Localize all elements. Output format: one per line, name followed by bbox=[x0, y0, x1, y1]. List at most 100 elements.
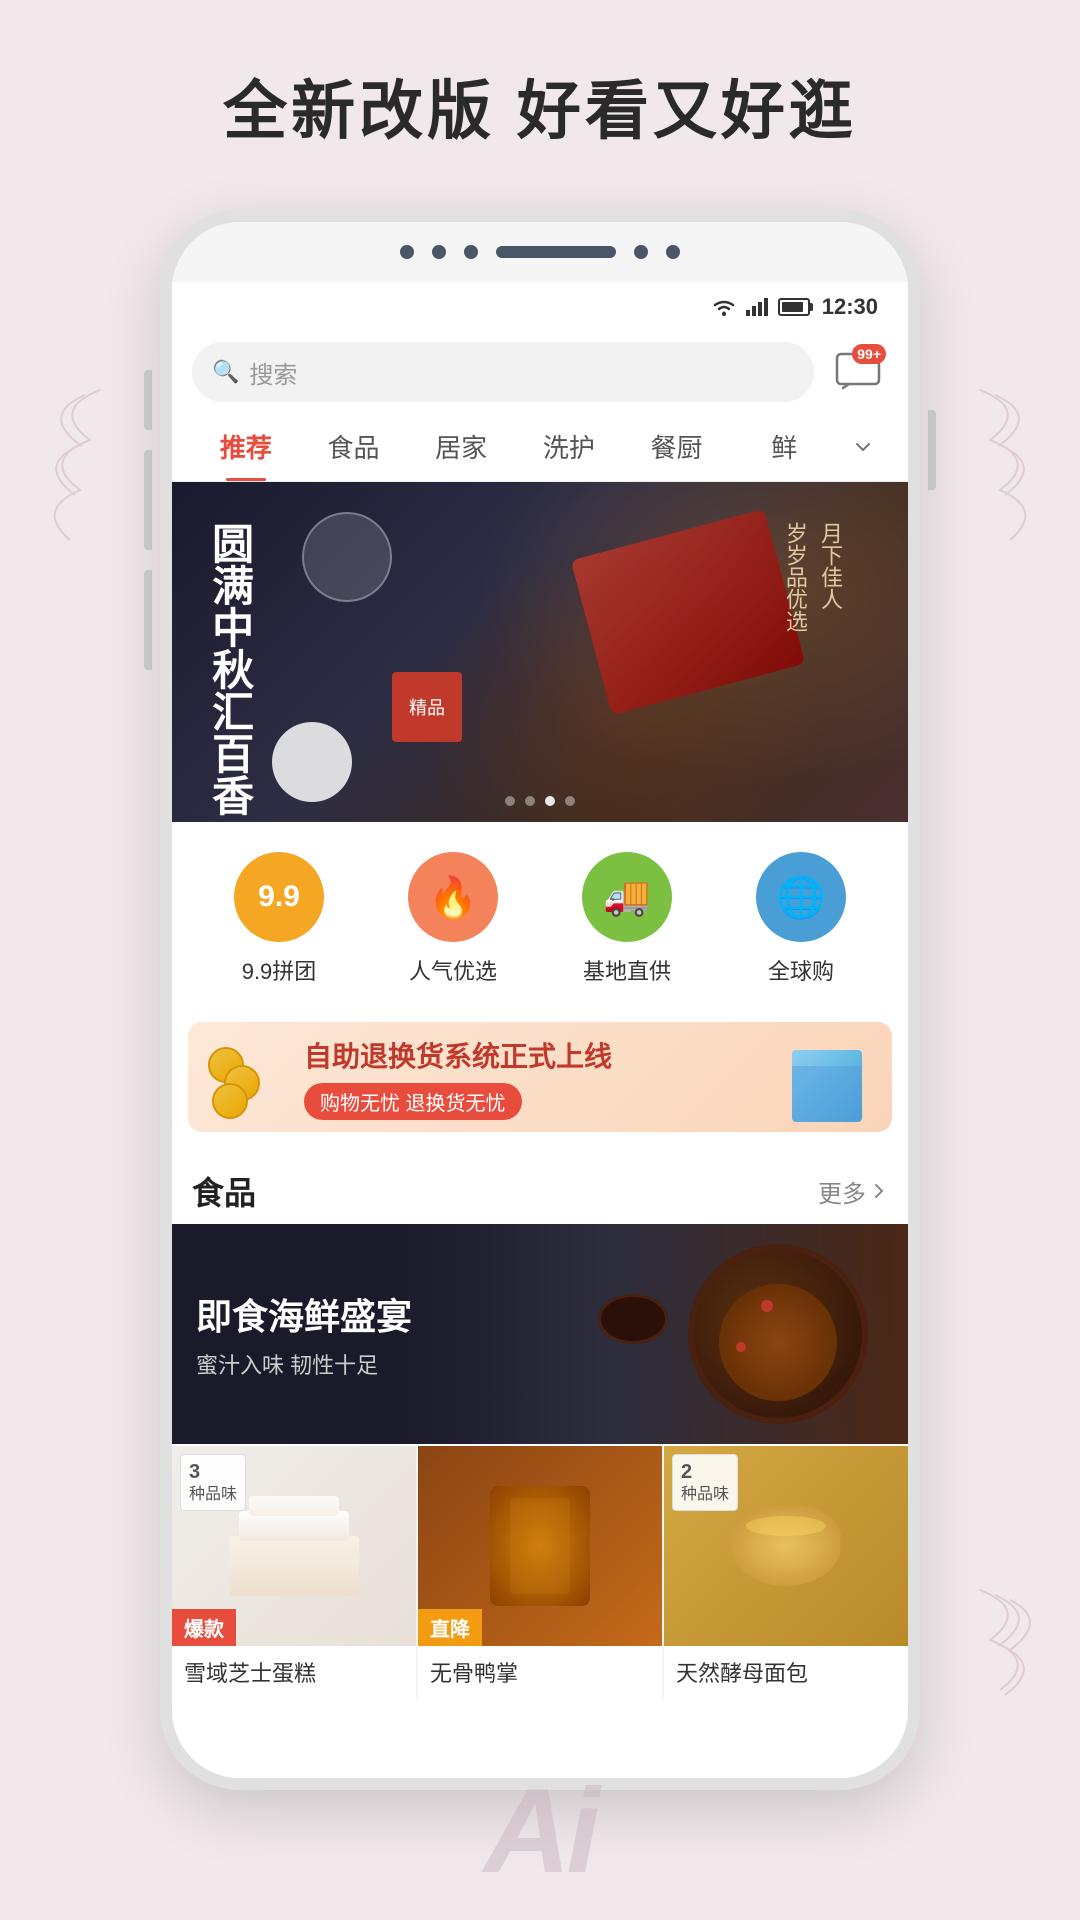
product-grid: 3 种品味 爆款 bbox=[172, 1446, 908, 1698]
announcement-text-area: 自助退换货系统正式上线 购物无忧 退换货无忧 bbox=[304, 1035, 756, 1120]
banner-dot-4 bbox=[565, 796, 575, 806]
product-name-bread: 天然酵母面包 bbox=[676, 1656, 896, 1688]
product-badge-sale: 直降 bbox=[418, 1609, 482, 1646]
bg-decoration-left bbox=[30, 380, 110, 580]
banner-indicator-dots bbox=[505, 796, 575, 806]
phone-sensor bbox=[666, 245, 680, 259]
volume-mute-button bbox=[144, 370, 152, 430]
product-image-duck: 直降 bbox=[418, 1446, 662, 1646]
search-area: 🔍 搜索 99+ bbox=[172, 332, 908, 412]
search-icon: 🔍 bbox=[212, 359, 239, 385]
product-badge-hot: 爆款 bbox=[172, 1609, 236, 1646]
product-card-duck[interactable]: 直降 无骨鸭掌 bbox=[418, 1446, 662, 1698]
page-title: 全新改版 好看又好逛 bbox=[0, 60, 1080, 152]
message-badge: 99+ bbox=[852, 344, 886, 364]
group-buy-label: 9.9拼团 bbox=[242, 954, 317, 986]
direct-supply-icon: 🚚 bbox=[582, 852, 672, 942]
wifi-icon bbox=[710, 297, 738, 317]
food-promo-banner[interactable]: 即食海鲜盛宴 蜜汁入味 韧性十足 bbox=[172, 1224, 908, 1444]
volume-down-button bbox=[144, 570, 152, 670]
coin-3 bbox=[212, 1083, 248, 1119]
banner-dot-3 bbox=[545, 796, 555, 806]
product-info-duck: 无骨鸭掌 bbox=[418, 1646, 662, 1698]
product-card-bread[interactable]: 2 种品味 天然酵母面包 bbox=[664, 1446, 908, 1698]
chevron-right-icon bbox=[870, 1182, 888, 1200]
banner-dot-2 bbox=[525, 796, 535, 806]
banner-main-text: 圆满中秋汇百香 bbox=[202, 522, 257, 816]
chevron-down-icon bbox=[851, 435, 875, 459]
phone-frame: 12:30 🔍 搜索 99+ 推荐 bbox=[160, 210, 920, 1790]
quick-item-direct[interactable]: 🚚 基地直供 bbox=[582, 852, 672, 986]
banner-moon-decoration bbox=[302, 512, 392, 602]
direct-supply-label: 基地直供 bbox=[583, 954, 671, 986]
banner-text-area: 圆满中秋汇百香 bbox=[202, 522, 257, 816]
announcement-main-text: 自助退换货系统正式上线 bbox=[304, 1035, 756, 1075]
product-info-bread: 天然酵母面包 bbox=[664, 1646, 908, 1698]
phone-camera bbox=[634, 245, 648, 259]
announcement-box-decoration bbox=[772, 1032, 872, 1122]
phone-mockup: 12:30 🔍 搜索 99+ 推荐 bbox=[160, 210, 920, 1790]
banner-sub-text: 月下佳人 岁岁品优选 bbox=[778, 522, 848, 632]
food-section: 食品 更多 即食海鲜盛宴 蜜汁入味 韧性十足 bbox=[172, 1148, 908, 1698]
banner-plate-decoration bbox=[272, 722, 352, 802]
status-time: 12:30 bbox=[822, 294, 878, 320]
food-section-title: 食品 bbox=[192, 1168, 256, 1214]
category-item-recommend[interactable]: 推荐 bbox=[192, 412, 300, 481]
product-name-duck: 无骨鸭掌 bbox=[430, 1656, 650, 1688]
promotional-banner[interactable]: 精品 圆满中秋汇百香 月下佳人 岁岁品优选 bbox=[172, 482, 908, 822]
category-item-home[interactable]: 居家 bbox=[407, 412, 515, 481]
product-info-cake: 雪域芝士蛋糕 bbox=[172, 1646, 416, 1698]
announcement-coins-decoration bbox=[208, 1037, 288, 1117]
product-image-cake: 3 种品味 爆款 bbox=[172, 1446, 416, 1646]
power-button bbox=[928, 410, 936, 490]
signal-icon bbox=[746, 298, 770, 316]
announcement-banner[interactable]: 自助退换货系统正式上线 购物无忧 退换货无忧 bbox=[188, 1022, 892, 1132]
banner-sub-text-2: 岁岁品优选 bbox=[778, 522, 813, 632]
message-button[interactable]: 99+ bbox=[828, 342, 888, 402]
global-shopping-icon: 🌐 bbox=[756, 852, 846, 942]
search-placeholder-text: 搜索 bbox=[249, 355, 297, 390]
category-more-button[interactable] bbox=[838, 435, 888, 459]
bg-decoration-bottom-right bbox=[970, 1580, 1050, 1760]
announcement-sub-button[interactable]: 购物无忧 退换货无忧 bbox=[304, 1083, 522, 1120]
popular-icon: 🔥 bbox=[408, 852, 498, 942]
status-icons bbox=[710, 297, 810, 317]
variety-tag-bread: 2 种品味 bbox=[672, 1454, 738, 1511]
box-3d-visual bbox=[792, 1062, 862, 1122]
product-card-cake[interactable]: 3 种品味 爆款 bbox=[172, 1446, 416, 1698]
banner-dot-1 bbox=[505, 796, 515, 806]
category-item-kitchen[interactable]: 餐厨 bbox=[623, 412, 731, 481]
product-name-cake: 雪域芝士蛋糕 bbox=[184, 1656, 404, 1688]
quick-access-section: 9.9 9.9拼团 🔥 人气优选 🚚 基地直供 bbox=[172, 822, 908, 1006]
phone-speaker bbox=[496, 246, 616, 258]
category-item-food[interactable]: 食品 bbox=[300, 412, 408, 481]
banner-sub-text-1: 月下佳人 bbox=[813, 522, 848, 632]
food-banner-text: 即食海鲜盛宴 蜜汁入味 韧性十足 bbox=[196, 1288, 412, 1380]
search-box[interactable]: 🔍 搜索 bbox=[192, 342, 814, 402]
quick-item-global[interactable]: 🌐 全球购 bbox=[756, 852, 846, 986]
quick-item-popular[interactable]: 🔥 人气优选 bbox=[408, 852, 498, 986]
page-title-area: 全新改版 好看又好逛 bbox=[0, 0, 1080, 182]
sauce-bowl-visual bbox=[598, 1294, 668, 1344]
seafood-bowl-visual bbox=[688, 1244, 868, 1424]
group-buy-icon: 9.9 bbox=[234, 852, 324, 942]
category-item-care[interactable]: 洗护 bbox=[515, 412, 623, 481]
notch-dot-3 bbox=[464, 245, 478, 259]
battery-icon bbox=[778, 298, 810, 316]
notch-dot-2 bbox=[432, 245, 446, 259]
popular-label: 人气优选 bbox=[409, 954, 497, 986]
quick-item-group-buy[interactable]: 9.9 9.9拼团 bbox=[234, 852, 324, 986]
notch-dot-1 bbox=[400, 245, 414, 259]
phone-screen: 12:30 🔍 搜索 99+ 推荐 bbox=[172, 282, 908, 1778]
food-banner-subtitle: 蜜汁入味 韧性十足 bbox=[196, 1348, 412, 1380]
category-nav: 推荐 食品 居家 洗护 餐厨 鲜 bbox=[172, 412, 908, 482]
phone-notch bbox=[172, 222, 908, 282]
food-section-header: 食品 更多 bbox=[172, 1148, 908, 1224]
category-item-fresh[interactable]: 鲜 bbox=[730, 412, 838, 481]
volume-up-button bbox=[144, 450, 152, 550]
banner-red-stamp: 精品 bbox=[392, 672, 462, 742]
food-banner-title: 即食海鲜盛宴 bbox=[196, 1288, 412, 1340]
bg-decoration-right bbox=[970, 380, 1050, 580]
food-section-more-button[interactable]: 更多 bbox=[818, 1174, 888, 1209]
product-image-bread: 2 种品味 bbox=[664, 1446, 908, 1646]
